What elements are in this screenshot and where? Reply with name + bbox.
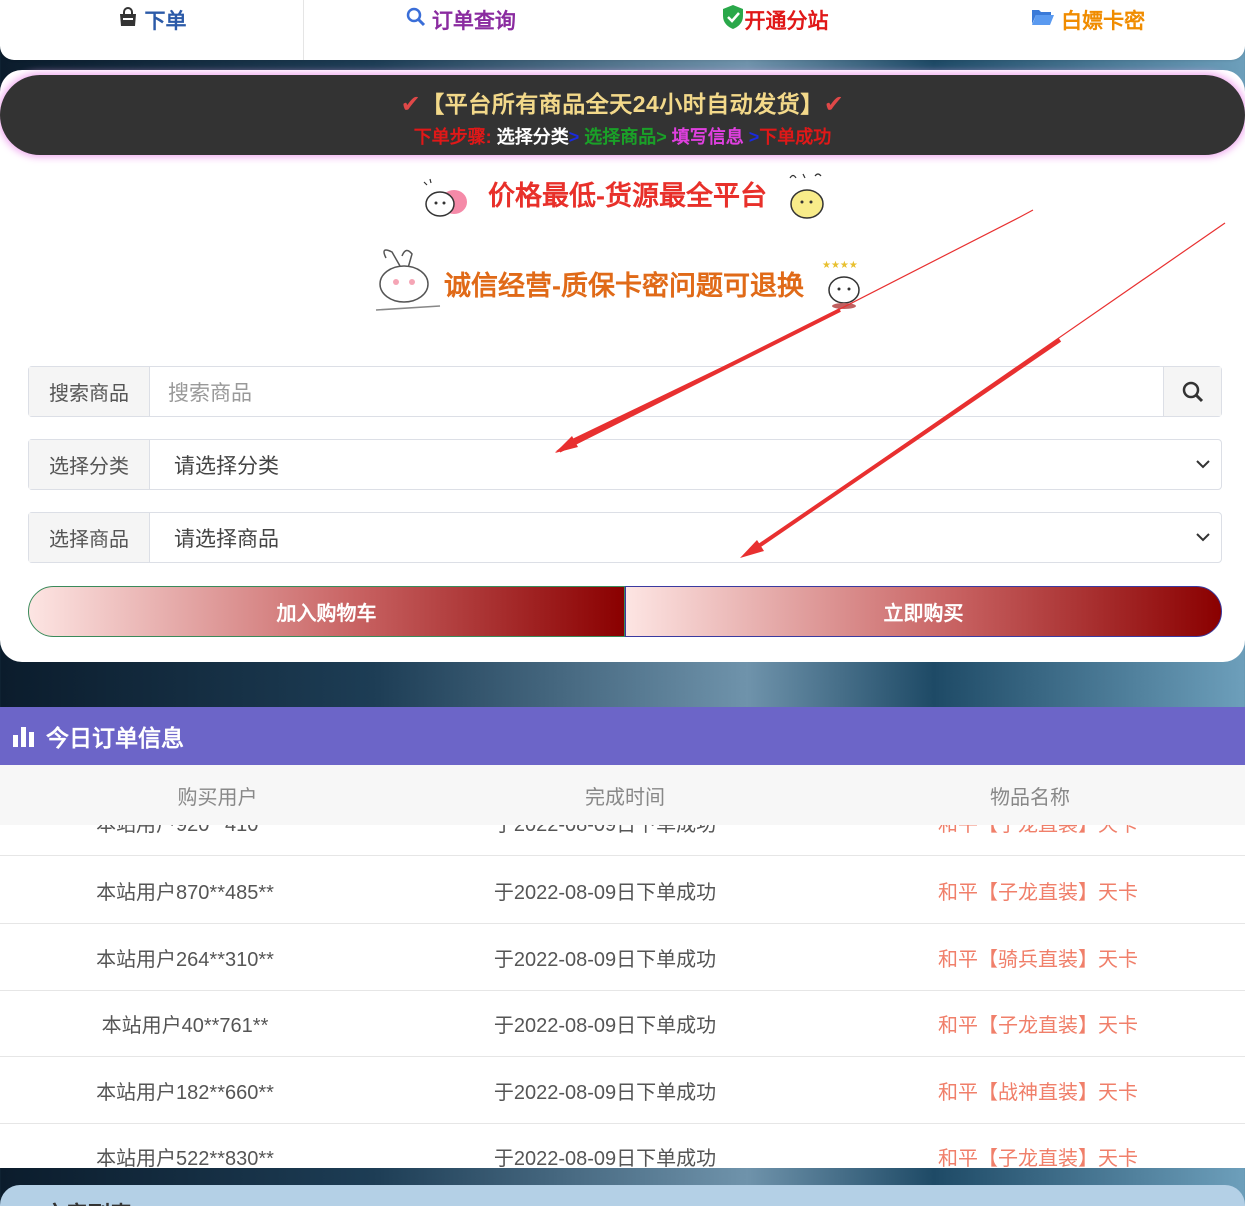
table-row: 本站用户522**830** 于2022-08-09日下单成功 和平【子龙直装】… bbox=[0, 1123, 1245, 1169]
top-nav: 下单 订单查询 开通分站 白嫖卡密 bbox=[0, 0, 1245, 60]
row-time: 于2022-08-09日下单成功 bbox=[493, 949, 717, 971]
tab-order-query[interactable]: 订单查询 bbox=[304, 0, 618, 60]
orders-rows: 本站用户920**410** 于2022-08-09日下单成功 和平【子龙直装】… bbox=[0, 825, 1245, 1168]
search-label: 搜索商品 bbox=[29, 367, 150, 416]
svg-text:★★★★: ★★★★ bbox=[822, 260, 858, 271]
product-select[interactable]: 请选择商品 bbox=[150, 513, 1221, 562]
table-row: 本站用户264**310** 于2022-08-09日下单成功 和平【骑兵直装】… bbox=[0, 925, 1245, 991]
row-user: 本站用户40**761** bbox=[101, 1015, 269, 1037]
row-time: 于2022-08-09日下单成功 bbox=[493, 882, 717, 904]
sticker-chick-image bbox=[785, 170, 829, 227]
tab-free-cards[interactable]: 白嫖卡密 bbox=[931, 0, 1245, 60]
step-arrow: > bbox=[748, 127, 760, 147]
sticker-dizzy-bunny-image: ★★★★ bbox=[820, 256, 868, 317]
step-fill-info: 填写信息 bbox=[671, 127, 744, 147]
notice-banner: ✔【平台所有商品全天24小时自动发货】✔ 下单步骤: 选择分类> 选择商品> 填… bbox=[0, 75, 1245, 155]
column-buyer: 购买用户 bbox=[177, 786, 258, 809]
check-icon: ✔ bbox=[400, 91, 422, 118]
step-arrow: > bbox=[568, 127, 580, 147]
column-time: 完成时间 bbox=[585, 786, 665, 809]
step-success: 下单成功 bbox=[759, 127, 832, 147]
folder-open-icon bbox=[1031, 8, 1055, 32]
category-row: 选择分类 请选择分类 bbox=[28, 439, 1222, 490]
step-select-product: 选择商品> bbox=[584, 127, 667, 147]
product-select-value: 请选择商品 bbox=[174, 527, 279, 551]
tab-open-substation[interactable]: 开通分站 bbox=[618, 0, 932, 60]
buy-now-button[interactable]: 立即购买 bbox=[625, 586, 1222, 637]
action-buttons: 加入购物车 立即购买 bbox=[28, 586, 1222, 637]
search-icon bbox=[1182, 381, 1203, 402]
row-time: 于2022-08-09日下单成功 bbox=[493, 1147, 717, 1169]
add-to-cart-button[interactable]: 加入购物车 bbox=[28, 586, 625, 637]
banner-title: 【平台所有商品全天24小时自动发货】 bbox=[421, 91, 824, 117]
row-item: 和平【子龙直装】天卡 bbox=[938, 825, 1138, 836]
search-row: 搜索商品 搜索商品 bbox=[28, 366, 1222, 417]
row-item: 和平【子龙直装】天卡 bbox=[938, 882, 1138, 904]
table-row: 本站用户920**410** 于2022-08-09日下单成功 和平【子龙直装】… bbox=[0, 825, 1245, 856]
check-icon: ✔ bbox=[823, 91, 845, 118]
shopping-bag-icon bbox=[117, 7, 139, 33]
column-item: 物品名称 bbox=[990, 786, 1070, 809]
orders-table: 购买用户 完成时间 物品名称 本站用户920**410** 于2022-08-0… bbox=[0, 765, 1245, 1168]
banner-title-line: ✔【平台所有商品全天24小时自动发货】✔ bbox=[0, 85, 1245, 119]
search-input[interactable]: 搜索商品 bbox=[150, 367, 1163, 416]
row-item: 和平【子龙直装】天卡 bbox=[938, 1147, 1138, 1169]
slogan-integrity: 诚信经营-质保卡密问题可退换 bbox=[444, 271, 804, 301]
chevron-down-icon bbox=[1196, 460, 1210, 469]
slogan-price: 价格最低-货源最全平台 bbox=[488, 181, 767, 211]
product-label: 选择商品 bbox=[29, 513, 150, 562]
category-select[interactable]: 请选择分类 bbox=[150, 440, 1221, 489]
table-row: 本站用户182**660** 于2022-08-09日下单成功 和平【战神直装】… bbox=[0, 1058, 1245, 1124]
sticker-rabbit-image bbox=[368, 248, 444, 319]
row-item: 和平【子龙直装】天卡 bbox=[938, 1015, 1138, 1037]
row-time: 于2022-08-09日下单成功 bbox=[493, 825, 717, 836]
row-time: 于2022-08-09日下单成功 bbox=[493, 1015, 717, 1037]
shield-check-icon bbox=[721, 4, 745, 36]
product-row: 选择商品 请选择商品 bbox=[28, 512, 1222, 563]
row-user: 本站用户920**410** bbox=[96, 825, 274, 836]
orders-title: 今日订单信息 bbox=[46, 725, 184, 751]
table-row: 本站用户40**761** 于2022-08-09日下单成功 和平【子龙直装】天… bbox=[0, 991, 1245, 1057]
category-select-value: 请选择分类 bbox=[174, 454, 279, 478]
tab-open-substation-label: 开通分站 bbox=[744, 10, 829, 33]
table-row: 本站用户870**485** 于2022-08-09日下单成功 和平【子龙直装】… bbox=[0, 858, 1245, 924]
row-user: 本站用户264**310** bbox=[96, 949, 274, 971]
row-time: 于2022-08-09日下单成功 bbox=[493, 1082, 717, 1104]
tab-order[interactable]: 下单 bbox=[0, 0, 304, 60]
row-user: 本站用户182**660** bbox=[96, 1082, 274, 1104]
row-user: 本站用户522**830** bbox=[96, 1147, 274, 1169]
chevron-down-icon bbox=[1196, 533, 1210, 542]
row-item: 和平【骑兵直装】天卡 bbox=[938, 949, 1138, 971]
category-label: 选择分类 bbox=[29, 440, 150, 489]
tab-free-cards-label: 白嫖卡密 bbox=[1061, 10, 1146, 33]
step-label: 下单步骤: bbox=[413, 127, 492, 147]
table-header: 购买用户 完成时间 物品名称 bbox=[0, 765, 1245, 825]
orders-header: 今日订单信息 bbox=[0, 707, 1245, 765]
bar-chart-icon bbox=[13, 727, 34, 747]
tab-order-label: 下单 bbox=[144, 10, 187, 33]
step-select-category: 选择分类 bbox=[496, 127, 569, 147]
order-steps: 下单步骤: 选择分类> 选择商品> 填写信息 >下单成功 bbox=[0, 123, 1245, 149]
row-item: 和平【战神直装】天卡 bbox=[938, 1082, 1138, 1104]
tab-order-query-label: 订单查询 bbox=[431, 10, 516, 33]
article-list-title: 文章列表 bbox=[44, 1197, 132, 1206]
sticker-bunny-heart-image bbox=[418, 176, 470, 227]
article-list-panel: 文章列表 bbox=[0, 1185, 1245, 1206]
search-button[interactable] bbox=[1163, 367, 1221, 416]
search-icon bbox=[406, 7, 426, 33]
row-user: 本站用户870**485** bbox=[96, 882, 274, 904]
